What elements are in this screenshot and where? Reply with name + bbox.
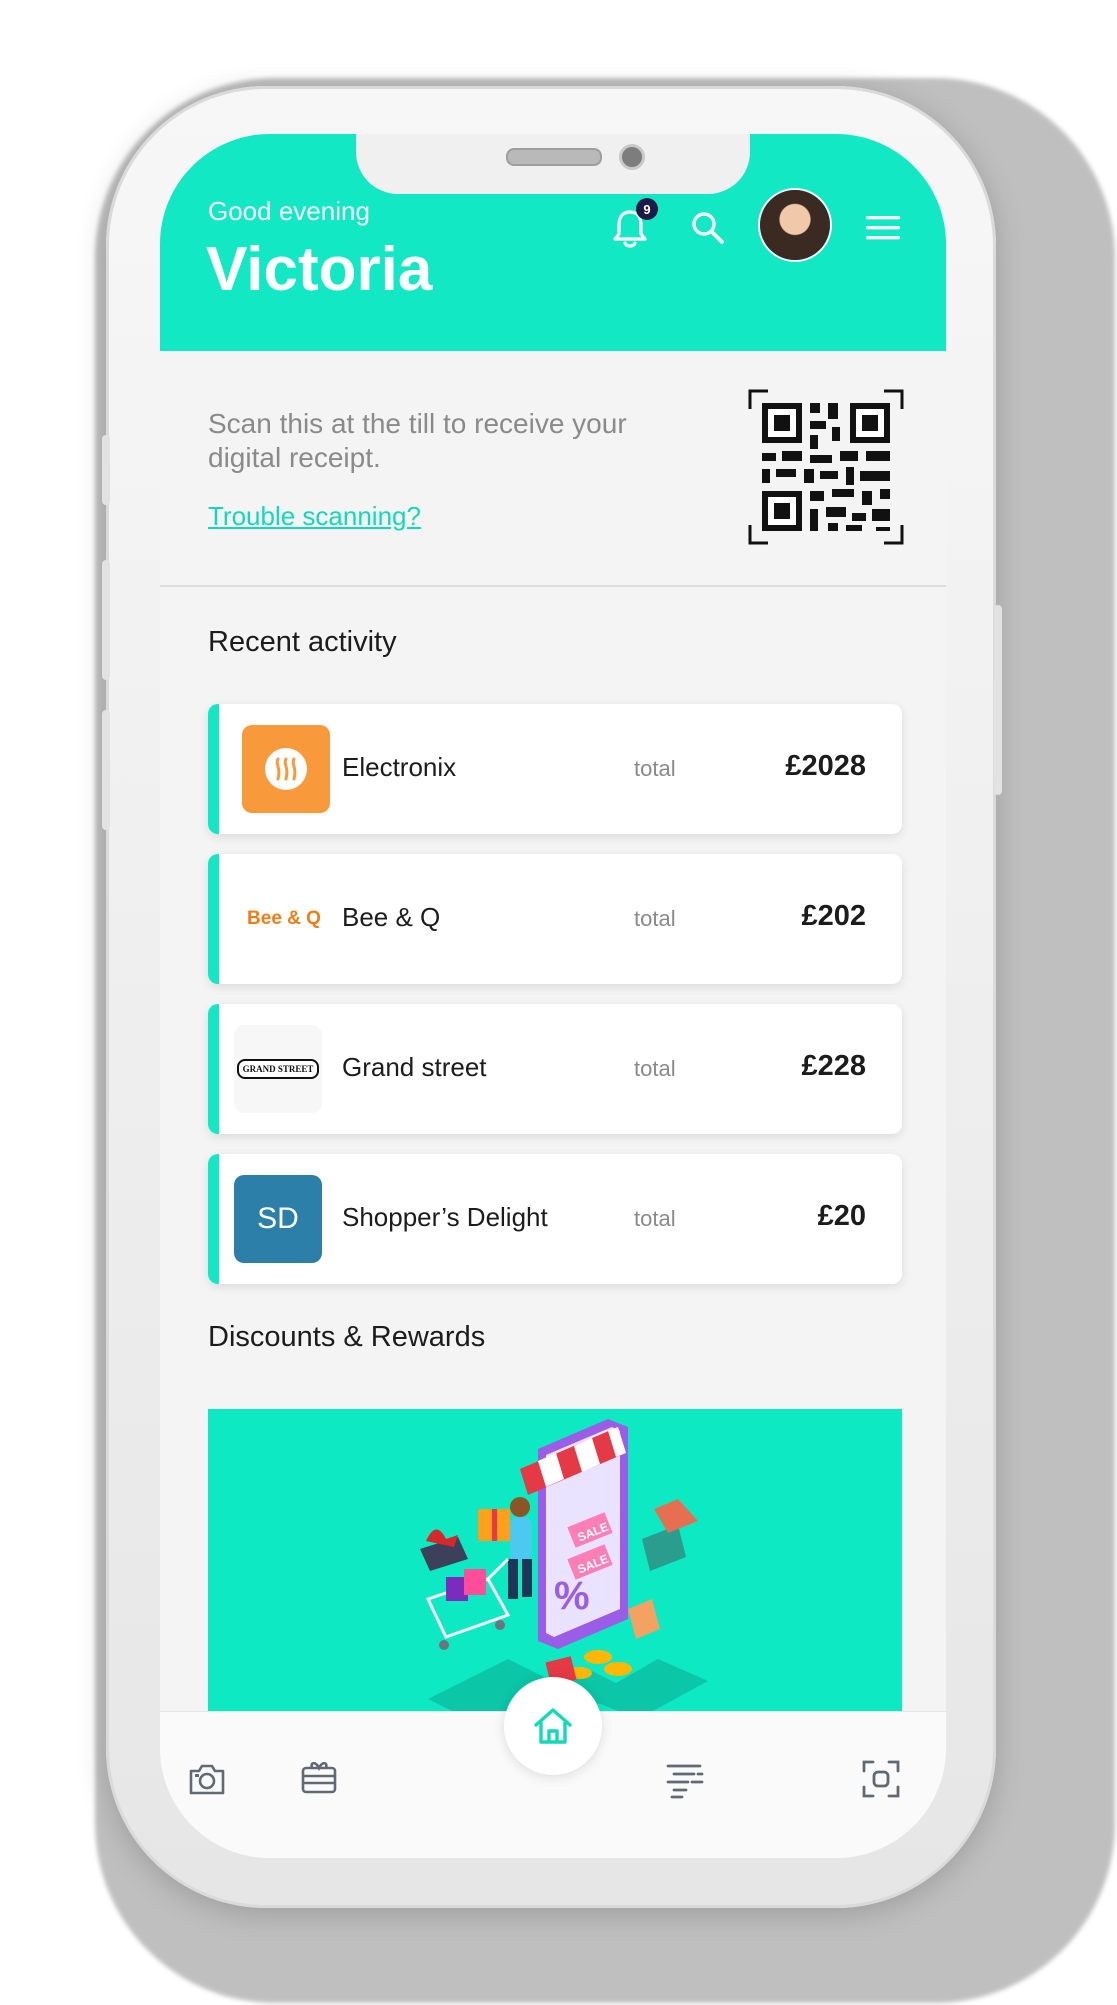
app-header: Good evening Victoria 9 — [160, 134, 946, 351]
recent-activity-heading: Recent activity — [208, 626, 397, 658]
card-accent-bar — [208, 704, 219, 834]
transaction-amount: £228 — [801, 1050, 866, 1082]
activity-card[interactable]: Electronix total £2028 — [208, 704, 902, 834]
home-icon — [534, 1708, 572, 1744]
greeting-text: Good evening — [208, 196, 370, 226]
phone-side-button — [994, 605, 1002, 795]
transaction-amount: £202 — [801, 900, 866, 932]
section-divider — [160, 585, 946, 587]
front-camera — [619, 144, 645, 170]
activity-card[interactable]: SD Shopper’s Delight total £20 — [208, 1154, 902, 1284]
shopping-illustration: SALE SALE % — [420, 1419, 708, 1719]
trouble-scanning-link[interactable]: Trouble scanning? — [208, 501, 421, 532]
rewards-banner[interactable]: SALE SALE % — [208, 1409, 902, 1719]
electronix-logo-icon — [265, 748, 307, 790]
activity-card[interactable]: Bee & Q Bee & Q total £202 — [208, 854, 902, 984]
percent-symbol: % — [554, 1574, 590, 1618]
transaction-amount: £20 — [817, 1200, 866, 1232]
card-accent-bar — [208, 1004, 219, 1134]
merchant-name: Shopper’s Delight — [342, 1202, 548, 1232]
total-label: total — [634, 1206, 676, 1231]
beeq-logo: Bee & Q — [247, 908, 321, 929]
red-shoes — [426, 1529, 458, 1547]
search-icon[interactable] — [690, 210, 726, 246]
hamburger-menu-icon[interactable] — [866, 214, 900, 242]
shoppers-delight-logo: SD — [234, 1175, 322, 1263]
total-label: total — [634, 756, 676, 781]
total-label: total — [634, 1056, 676, 1081]
receipts-list-icon[interactable] — [664, 1758, 706, 1800]
receipt-qr-section: Scan this at the till to receive your di… — [160, 351, 946, 585]
shopper-person — [510, 1497, 530, 1517]
speaker-grille — [506, 148, 602, 166]
merchant-name: Bee & Q — [342, 902, 441, 932]
phone-side-button — [102, 560, 110, 680]
total-label: total — [634, 906, 676, 931]
phone-notch — [356, 134, 750, 194]
discounts-heading: Discounts & Rewards — [208, 1321, 486, 1353]
merchant-name: Grand street — [342, 1052, 487, 1082]
grand-street-logo-text: GRAND STREET — [236, 1059, 320, 1079]
app-screen: Good evening Victoria 9 Scan this at the… — [160, 134, 946, 1858]
qr-instruction: Scan this at the till to receive your di… — [208, 408, 627, 473]
electronix-logo — [242, 725, 330, 813]
camera-icon[interactable] — [186, 1758, 228, 1800]
merchant-name: Electronix — [342, 752, 457, 782]
transaction-amount: £2028 — [785, 750, 866, 782]
card-accent-bar — [208, 1154, 219, 1284]
card-accent-bar — [208, 854, 219, 984]
activity-card[interactable]: GRAND STREET Grand street total £228 — [208, 1004, 902, 1134]
home-button[interactable] — [504, 1677, 602, 1775]
user-name: Victoria — [206, 235, 433, 304]
coins — [568, 1650, 632, 1679]
gift-card-icon[interactable] — [298, 1756, 340, 1798]
phone-side-button — [102, 435, 110, 505]
grand-street-logo: GRAND STREET — [234, 1025, 322, 1113]
notification-badge: 9 — [636, 198, 658, 220]
shopping-bag — [628, 1599, 660, 1639]
phone-side-button — [102, 710, 110, 830]
scan-icon[interactable] — [860, 1758, 902, 1800]
avatar[interactable] — [760, 190, 830, 260]
qr-code[interactable] — [748, 389, 904, 545]
